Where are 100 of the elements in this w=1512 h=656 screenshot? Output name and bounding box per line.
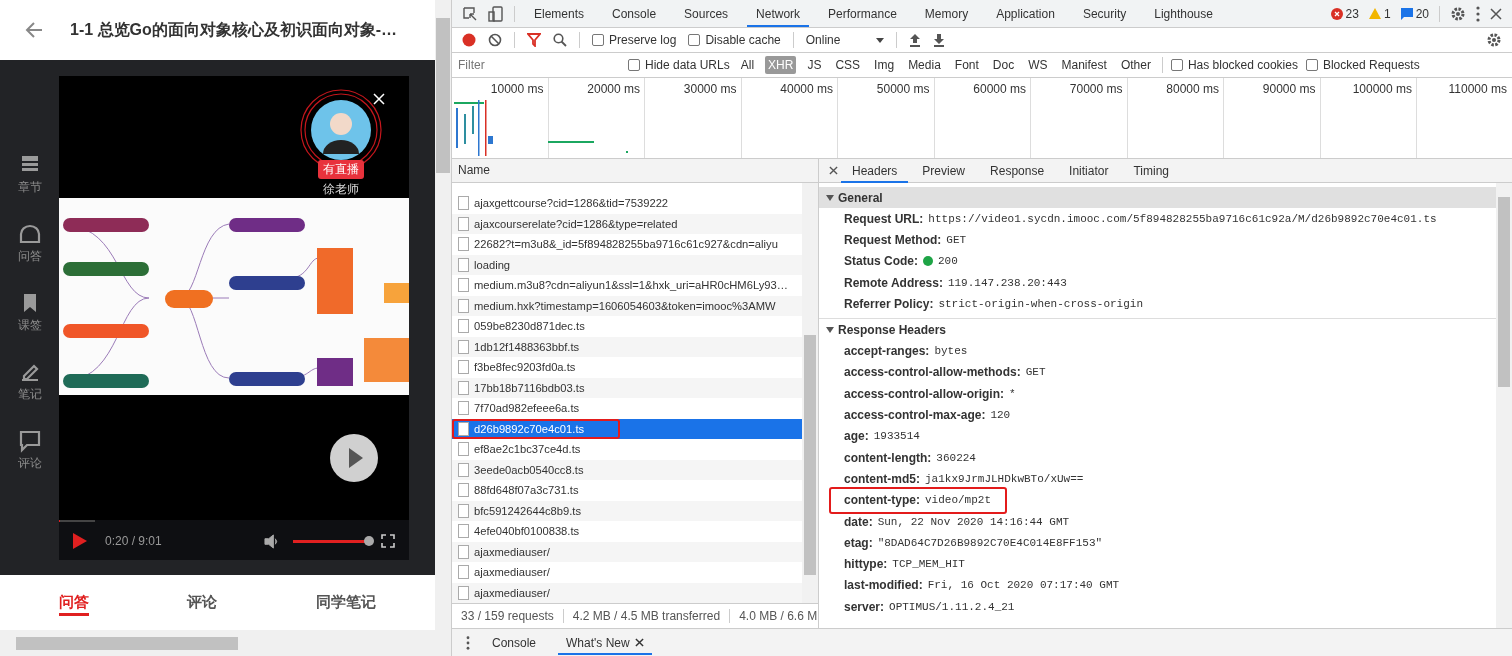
page-tab[interactable]: 问答	[59, 589, 90, 616]
inspect-icon[interactable]	[462, 5, 478, 22]
column-header[interactable]: Name	[452, 159, 818, 183]
caret-icon[interactable]	[876, 37, 885, 43]
type-filter-button[interactable]: WS	[1025, 56, 1051, 74]
play-icon[interactable]	[73, 533, 87, 549]
request-row[interactable]: d26b9892c70e4c01.ts	[452, 418, 802, 439]
record-button[interactable]	[462, 33, 476, 47]
side-nav-item[interactable]: 章节	[17, 153, 42, 196]
request-row[interactable]: ajaxmediauser/	[452, 582, 802, 603]
request-row[interactable]: ajaxmediauser/	[452, 541, 802, 562]
message-icon[interactable]	[1400, 7, 1413, 20]
headset-icon[interactable]	[17, 222, 42, 246]
panel-tab[interactable]: Performance	[819, 0, 906, 27]
panel-tab[interactable]: Lighthouse	[1145, 0, 1222, 27]
detail-tab[interactable]: Initiator	[1058, 158, 1120, 183]
request-row[interactable]: ajaxcourserelate?cid=1286&type=related	[452, 213, 802, 234]
request-row[interactable]: 1db12f1488363bbf.ts	[452, 336, 802, 357]
panel-tab[interactable]: Elements	[525, 0, 594, 27]
settings-icon[interactable]	[1450, 5, 1466, 22]
settings-icon[interactable]	[1486, 32, 1502, 48]
header-value: 360224	[936, 451, 976, 464]
checkbox[interactable]: Disable cache	[688, 33, 781, 47]
request-row[interactable]: ef8ae2c1bc37ce4d.ts	[452, 439, 802, 460]
request-row[interactable]: medium.hxk?timestamp=1606054603&token=imooc%3AMW	[452, 295, 802, 316]
request-row[interactable]: 7f70ad982efeee6a.ts	[452, 398, 802, 419]
play-button[interactable]	[330, 433, 378, 482]
request-row[interactable]: ajaxgettcourse?cid=1286&tid=7539222	[452, 193, 802, 214]
triangle-icon[interactable]	[826, 326, 834, 334]
header-name: content-md5:	[844, 471, 920, 486]
close-icon[interactable]	[1490, 7, 1502, 20]
section-header[interactable]: General	[819, 187, 1496, 208]
request-row[interactable]: 3eede0acb0540cc8.ts	[452, 459, 802, 480]
volume-slider[interactable]	[293, 539, 373, 543]
type-filter-button[interactable]: Manifest	[1058, 56, 1110, 74]
type-filter-button[interactable]: Doc	[989, 56, 1018, 74]
more-icon[interactable]	[1476, 5, 1480, 22]
checkbox[interactable]: Hide data URLs	[628, 58, 730, 72]
throttling-dropdown[interactable]: Online	[805, 33, 885, 47]
type-filter-button[interactable]: Other	[1117, 56, 1154, 74]
triangle-icon[interactable]	[826, 193, 834, 202]
device-icon[interactable]	[488, 5, 504, 22]
checkbox[interactable]: Blocked Requests	[1305, 58, 1420, 72]
checkbox[interactable]: Has blocked cookies	[1170, 58, 1298, 72]
header-value: Sun, 22 Nov 2020 14:16:44 GMT	[877, 515, 1070, 528]
page-tab[interactable]: 同学笔记	[315, 589, 376, 616]
panel-tab[interactable]: Console	[603, 0, 666, 27]
side-nav-item[interactable]: 评论	[17, 429, 42, 472]
detail-tab[interactable]: Preview	[911, 158, 977, 183]
detail-tab[interactable]: Response	[979, 158, 1056, 183]
fullscreen-icon[interactable]	[381, 534, 395, 548]
drawer-tab[interactable]: Console	[484, 630, 545, 655]
panel-tab[interactable]: Application	[987, 0, 1064, 27]
type-filter-button[interactable]: CSS	[832, 56, 864, 74]
details-scrollbar[interactable]	[1496, 183, 1512, 628]
request-row[interactable]: 4efe040bf0100838.ts	[452, 521, 802, 542]
request-row[interactable]: ajaxmediauser/	[452, 562, 802, 583]
request-row[interactable]: 17bb18b7116bdb03.ts	[452, 377, 802, 398]
panel-tab[interactable]: Memory	[915, 0, 978, 27]
page-tab[interactable]: 评论	[187, 589, 218, 616]
type-filter-button[interactable]: All	[737, 56, 758, 74]
search-icon[interactable]	[553, 33, 567, 47]
panel-tab[interactable]: Network	[747, 0, 810, 27]
clear-icon[interactable]	[488, 33, 502, 47]
volume-icon[interactable]	[264, 533, 279, 549]
panel-tab[interactable]: Sources	[675, 0, 738, 27]
detail-tab[interactable]: Headers	[841, 158, 909, 183]
upload-icon[interactable]	[909, 33, 922, 47]
type-filter-button[interactable]: JS	[804, 56, 825, 74]
list-scrollbar[interactable]	[802, 183, 818, 603]
speech-bubble-icon[interactable]	[17, 429, 42, 453]
header-value: 1933514	[873, 430, 920, 443]
close-icon[interactable]	[634, 638, 644, 647]
side-nav-item[interactable]: 笔记	[17, 360, 42, 403]
error-icon[interactable]	[1330, 7, 1343, 20]
detail-tab[interactable]: Timing	[1122, 158, 1180, 183]
download-icon[interactable]	[933, 33, 946, 47]
request-row[interactable]: medium.m3u8?cdn=aliyun1&ssl=1&hxk_uri=aHR0cHM6Ly93…	[452, 275, 802, 296]
request-row[interactable]: 059be8230d871dec.ts	[452, 316, 802, 337]
request-row[interactable]: 88fd648f07a3c731.ts	[452, 480, 802, 501]
close-icon[interactable]	[829, 166, 838, 175]
type-filter-button[interactable]: Media	[905, 56, 944, 74]
side-nav-item[interactable]: 课签	[17, 291, 42, 334]
request-row[interactable]: bfc591242644c8b9.ts	[452, 500, 802, 521]
request-row[interactable]: loading	[452, 254, 802, 275]
filter-icon[interactable]	[527, 33, 541, 47]
more-icon[interactable]	[466, 635, 470, 650]
horizontal-scrollbar[interactable]	[0, 630, 435, 656]
type-filter-button[interactable]: Font	[951, 56, 982, 74]
vertical-scrollbar[interactable]	[435, 0, 451, 656]
request-row[interactable]: f3be8fec9203fd0a.ts	[452, 357, 802, 378]
section-header[interactable]: Response Headers	[819, 318, 1496, 341]
header-value: 119.147.238.20:443	[947, 276, 1067, 289]
panel-tab[interactable]: Security	[1073, 0, 1136, 27]
drawer-tab[interactable]: What's New	[558, 630, 652, 655]
checkbox[interactable]: Preserve log	[592, 33, 677, 47]
side-nav-item[interactable]: 问答	[17, 222, 42, 265]
request-row[interactable]: 22682?t=m3u8&_id=5f894828255ba9716c61c927&cdn=aliyu	[452, 234, 802, 255]
back-arrow-icon[interactable]	[24, 20, 44, 40]
type-filter-button[interactable]: Img	[871, 56, 898, 74]
